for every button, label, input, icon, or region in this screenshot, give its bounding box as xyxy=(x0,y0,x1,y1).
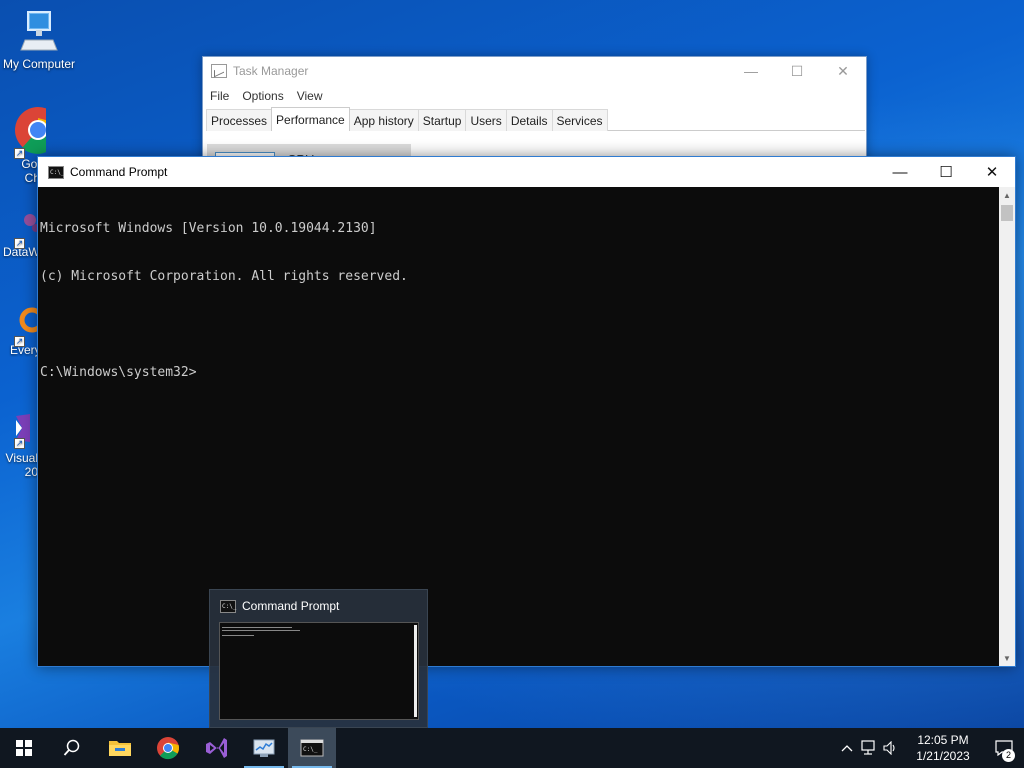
start-button[interactable] xyxy=(0,728,48,768)
computer-icon xyxy=(20,11,58,51)
volume-icon[interactable] xyxy=(880,741,902,755)
windows-logo-icon xyxy=(16,740,32,756)
taskbar-thumbnail-preview[interactable]: C:\_ Command Prompt xyxy=(209,589,428,728)
console-line: (c) Microsoft Corporation. All rights re… xyxy=(40,269,408,284)
scroll-thumb[interactable] xyxy=(1001,205,1013,221)
menu-view[interactable]: View xyxy=(297,89,323,103)
minimize-button[interactable]: — xyxy=(728,57,774,85)
maximize-button[interactable]: ☐ xyxy=(923,157,969,187)
preview-title-bar: C:\_ Command Prompt xyxy=(210,590,427,622)
shortcut-arrow-icon: ↗ xyxy=(14,438,25,449)
command-prompt-window[interactable]: C:\_ Command Prompt — ☐ ✕ Microsoft Wind… xyxy=(37,156,1016,667)
console-line: Microsoft Windows [Version 10.0.19044.21… xyxy=(40,221,377,236)
clock[interactable]: 12:05 PM 1/21/2023 xyxy=(902,732,984,764)
scroll-down-arrow-icon[interactable]: ▼ xyxy=(999,650,1015,666)
maximize-button[interactable]: ☐ xyxy=(774,57,820,85)
thumbnail-scrollbar xyxy=(414,625,417,717)
tab-performance[interactable]: Performance xyxy=(271,107,350,131)
window-title: Task Manager xyxy=(233,64,309,78)
shortcut-arrow-icon: ↗ xyxy=(14,148,25,159)
console-output[interactable]: Microsoft Windows [Version 10.0.19044.21… xyxy=(38,187,999,666)
desktop-icon-visual-studio[interactable]: ↗ Visual 20 xyxy=(0,410,40,479)
shortcut-arrow-icon: ↗ xyxy=(14,336,25,347)
taskbar-command-prompt[interactable]: C:\_ xyxy=(288,728,336,768)
cmd-icon: C:\_ xyxy=(220,599,236,613)
thumbnail-text-line xyxy=(222,627,292,628)
desktop-icon-label: Visual 20 xyxy=(5,451,38,479)
menu-bar: File Options View xyxy=(203,85,866,107)
shortcut-arrow-icon: ↗ xyxy=(14,238,25,249)
taskbar-visual-studio[interactable] xyxy=(192,728,240,768)
command-prompt-titlebar[interactable]: C:\_ Command Prompt — ☐ ✕ xyxy=(38,157,1015,187)
cmd-icon: C:\_ xyxy=(300,739,324,757)
task-manager-icon xyxy=(211,64,227,78)
menu-file[interactable]: File xyxy=(210,89,229,103)
taskbar: C:\_ 12:05 PM 1/21/2023 2 xyxy=(0,728,1024,768)
scroll-up-arrow-icon[interactable]: ▲ xyxy=(999,187,1015,203)
svg-text:C:\_: C:\_ xyxy=(303,746,318,753)
search-icon xyxy=(63,739,80,756)
clock-date: 1/21/2023 xyxy=(916,749,970,763)
notification-count-badge: 2 xyxy=(1002,749,1015,762)
task-manager-window[interactable]: Task Manager — ☐ ✕ File Options View Pro… xyxy=(202,56,867,167)
taskbar-task-manager[interactable] xyxy=(240,728,288,768)
minimize-button[interactable]: — xyxy=(877,157,923,187)
clock-time: 12:05 PM xyxy=(917,733,969,747)
taskbar-google-chrome[interactable] xyxy=(144,728,192,768)
desktop-icon-my-computer[interactable]: My Computer xyxy=(0,8,78,71)
menu-options[interactable]: Options xyxy=(242,89,283,103)
tab-users[interactable]: Users xyxy=(465,109,507,131)
datawarrior-icon xyxy=(24,214,40,232)
preview-title: Command Prompt xyxy=(242,599,340,613)
system-tray: 12:05 PM 1/21/2023 2 xyxy=(836,728,1024,768)
search-button[interactable] xyxy=(48,728,96,768)
preview-thumbnail[interactable] xyxy=(219,622,419,720)
tab-details[interactable]: Details xyxy=(505,109,553,131)
close-button[interactable]: ✕ xyxy=(969,157,1015,187)
console-prompt-line: C:\Windows\system32> xyxy=(40,365,197,380)
close-button[interactable]: ✕ xyxy=(820,57,866,85)
task-manager-icon xyxy=(253,739,275,757)
cmd-icon: C:\_ xyxy=(48,165,64,179)
desktop-icon-datawarrior[interactable]: ↗ DataW xyxy=(0,206,40,259)
visual-studio-icon xyxy=(206,738,227,758)
folder-icon xyxy=(109,741,131,756)
tab-processes[interactable]: Processes xyxy=(206,109,273,131)
everything-search-icon xyxy=(19,307,40,333)
tab-services[interactable]: Services xyxy=(551,109,608,131)
desktop-icon-label: My Computer xyxy=(2,57,76,71)
desktop-icon-everything[interactable]: ↗ Every xyxy=(0,306,40,357)
chrome-icon xyxy=(15,107,46,154)
action-center-button[interactable]: 2 xyxy=(984,728,1024,768)
show-hidden-icons-chevron-icon[interactable] xyxy=(836,744,858,752)
tab-startup[interactable]: Startup xyxy=(417,109,467,131)
thumbnail-text-line xyxy=(222,630,300,631)
tab-app-history[interactable]: App history xyxy=(348,109,419,131)
tab-bar: Processes Performance App history Startu… xyxy=(206,107,865,131)
task-manager-titlebar[interactable]: Task Manager — ☐ ✕ xyxy=(203,57,866,85)
vertical-scrollbar[interactable]: ▲ ▼ xyxy=(999,187,1015,666)
chrome-icon xyxy=(157,737,180,760)
network-icon[interactable] xyxy=(858,740,880,756)
taskbar-file-explorer[interactable] xyxy=(96,728,144,768)
window-title: Command Prompt xyxy=(70,165,168,179)
thumbnail-text-line xyxy=(222,635,254,636)
